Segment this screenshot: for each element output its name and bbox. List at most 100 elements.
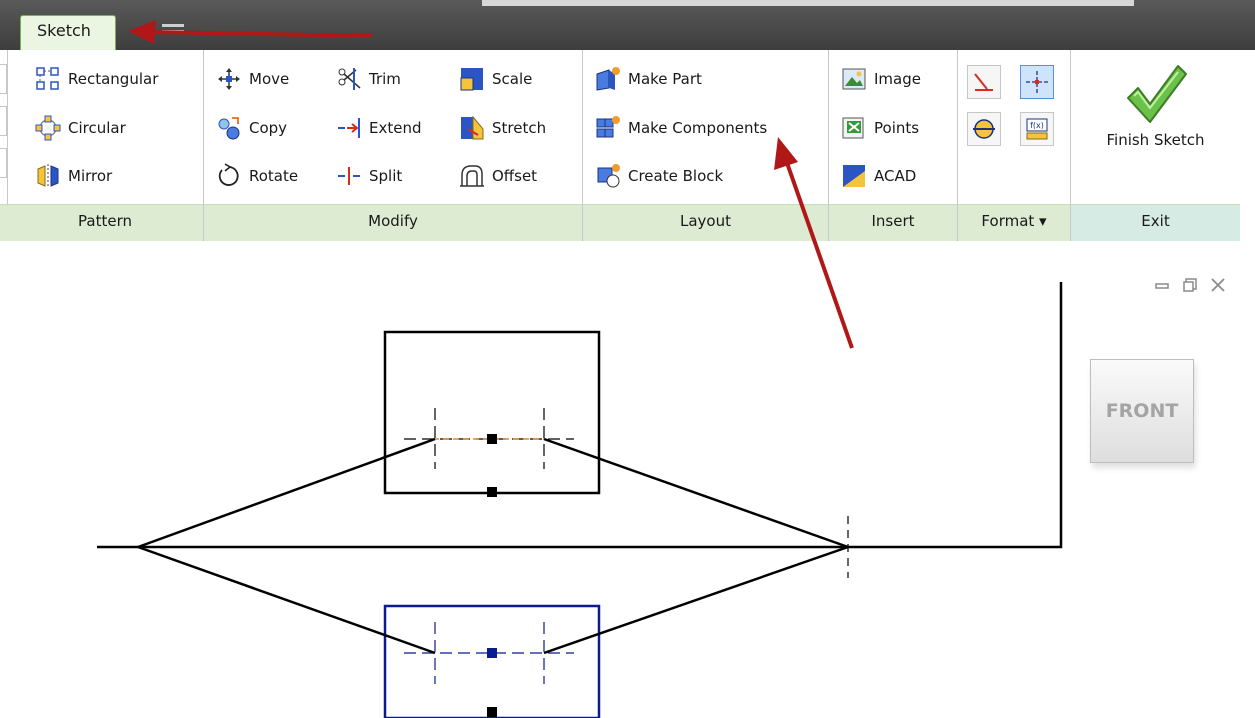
rotate-button[interactable]: Rotate bbox=[216, 161, 298, 191]
panel-title-pattern: Pattern bbox=[7, 204, 203, 241]
make-part-icon bbox=[596, 67, 620, 91]
rectangular-label: Rectangular bbox=[68, 70, 159, 88]
split-button[interactable]: Split bbox=[336, 161, 402, 191]
copy-button[interactable]: Copy bbox=[216, 113, 287, 143]
sketch-line-right[interactable] bbox=[848, 282, 1063, 549]
move-label: Move bbox=[249, 70, 290, 88]
rotate-icon bbox=[218, 163, 239, 186]
panel-title bbox=[0, 204, 7, 241]
panel-title-exit: Exit bbox=[1071, 204, 1240, 241]
acad-label: ACAD bbox=[874, 167, 917, 185]
sketch-point[interactable] bbox=[487, 648, 497, 658]
menu-icon[interactable] bbox=[160, 22, 188, 36]
sketch-point[interactable] bbox=[487, 434, 497, 444]
panel-title-modify: Modify bbox=[204, 204, 582, 241]
viewcube-label: FRONT bbox=[1105, 400, 1179, 422]
panel-format: f(x) Format ▾ bbox=[958, 50, 1071, 241]
restore-icon[interactable] bbox=[1183, 278, 1197, 292]
trim-button[interactable]: Trim bbox=[336, 64, 401, 94]
finish-sketch-button[interactable]: Finish Sketch bbox=[1071, 50, 1240, 204]
sketch-line[interactable] bbox=[137, 545, 436, 655]
cropped-button[interactable] bbox=[0, 106, 7, 136]
construction-icon bbox=[974, 73, 993, 91]
centerline-button[interactable] bbox=[1020, 65, 1054, 99]
extend-label: Extend bbox=[369, 119, 422, 137]
mirror-label: Mirror bbox=[68, 167, 113, 185]
construction-button[interactable] bbox=[967, 65, 1001, 99]
rectangular-pattern-icon bbox=[36, 67, 59, 90]
scale-icon bbox=[460, 68, 483, 91]
driven-dimension-button[interactable]: f(x) bbox=[1020, 112, 1054, 146]
points-label: Points bbox=[874, 119, 920, 137]
panel-title-layout: Layout bbox=[583, 204, 828, 241]
stretch-button[interactable]: Stretch bbox=[459, 113, 546, 143]
sketch-point[interactable] bbox=[487, 707, 497, 717]
centerline-icon bbox=[1026, 71, 1048, 93]
make-components-button[interactable]: Make Components bbox=[595, 113, 767, 143]
sketch-point[interactable] bbox=[487, 487, 497, 497]
panel-title-format[interactable]: Format ▾ bbox=[958, 204, 1070, 241]
trim-icon bbox=[338, 68, 361, 90]
svg-text:f(x): f(x) bbox=[1030, 121, 1044, 130]
center-point-button[interactable] bbox=[967, 112, 1001, 146]
split-icon bbox=[338, 167, 360, 185]
sketch-line[interactable] bbox=[543, 545, 849, 655]
center-point-icon bbox=[973, 119, 995, 139]
cropped-button[interactable] bbox=[0, 64, 7, 94]
driven-dimension-icon: f(x) bbox=[1026, 118, 1048, 140]
circular-pattern-button[interactable]: Circular bbox=[35, 113, 126, 143]
panel-layout: Make Part Make Components Create Block L… bbox=[583, 50, 829, 241]
circular-label: Circular bbox=[68, 119, 126, 137]
offset-button[interactable]: Offset bbox=[459, 161, 537, 191]
sketch-rectangle-top[interactable] bbox=[383, 330, 601, 495]
move-icon bbox=[218, 68, 240, 90]
image-icon bbox=[842, 68, 866, 90]
panel-modify: Move Copy Rotate Trim Extend Split Scale… bbox=[204, 50, 583, 241]
ribbon: Rectangular Circular Mirror Pattern Move… bbox=[0, 50, 1240, 241]
panel-title-insert: Insert bbox=[829, 204, 957, 241]
viewcube-front-face[interactable]: FRONT bbox=[1090, 359, 1194, 463]
image-label: Image bbox=[874, 70, 921, 88]
stretch-label: Stretch bbox=[492, 119, 547, 137]
points-icon bbox=[842, 117, 864, 139]
acad-icon bbox=[843, 165, 865, 187]
extend-button[interactable]: Extend bbox=[336, 113, 422, 143]
insert-image-button[interactable]: Image bbox=[841, 64, 921, 94]
tab-sketch[interactable]: Sketch bbox=[20, 15, 116, 51]
title-bar-strip bbox=[482, 0, 1134, 6]
sketch-line[interactable] bbox=[543, 437, 849, 549]
cropped-button[interactable] bbox=[0, 148, 7, 178]
stretch-icon bbox=[461, 115, 484, 140]
rotate-label: Rotate bbox=[249, 167, 299, 185]
window-controls bbox=[1155, 278, 1225, 292]
make-components-icon bbox=[596, 116, 620, 138]
offset-icon bbox=[460, 165, 484, 187]
split-label: Split bbox=[369, 167, 403, 185]
minimize-icon[interactable] bbox=[1155, 278, 1169, 292]
sketch-line[interactable] bbox=[137, 437, 436, 549]
insert-acad-button[interactable]: ACAD bbox=[841, 161, 916, 191]
offset-label: Offset bbox=[492, 167, 538, 185]
mirror-button[interactable]: Mirror bbox=[35, 161, 112, 191]
insert-points-button[interactable]: Points bbox=[841, 113, 919, 143]
sketch-rectangle-bottom-selected[interactable] bbox=[383, 604, 601, 718]
move-button[interactable]: Move bbox=[216, 64, 289, 94]
trim-label: Trim bbox=[369, 70, 401, 88]
copy-label: Copy bbox=[249, 119, 288, 137]
rectangular-pattern-button[interactable]: Rectangular bbox=[35, 64, 158, 94]
create-block-icon bbox=[597, 164, 620, 188]
create-block-label: Create Block bbox=[628, 167, 724, 185]
circular-pattern-icon bbox=[35, 115, 61, 141]
extend-icon bbox=[338, 118, 360, 138]
ribbon-tab-bar: Sketch bbox=[0, 0, 1255, 51]
close-icon[interactable] bbox=[1211, 278, 1225, 292]
make-components-label: Make Components bbox=[628, 119, 768, 137]
scale-label: Scale bbox=[492, 70, 533, 88]
mirror-icon bbox=[37, 164, 59, 188]
panel-pattern: Rectangular Circular Mirror Pattern bbox=[7, 50, 204, 241]
copy-icon bbox=[218, 117, 240, 140]
panel-insert: Image Points ACAD Insert bbox=[829, 50, 958, 241]
make-part-button[interactable]: Make Part bbox=[595, 64, 702, 94]
scale-button[interactable]: Scale bbox=[459, 64, 532, 94]
create-block-button[interactable]: Create Block bbox=[595, 161, 723, 191]
